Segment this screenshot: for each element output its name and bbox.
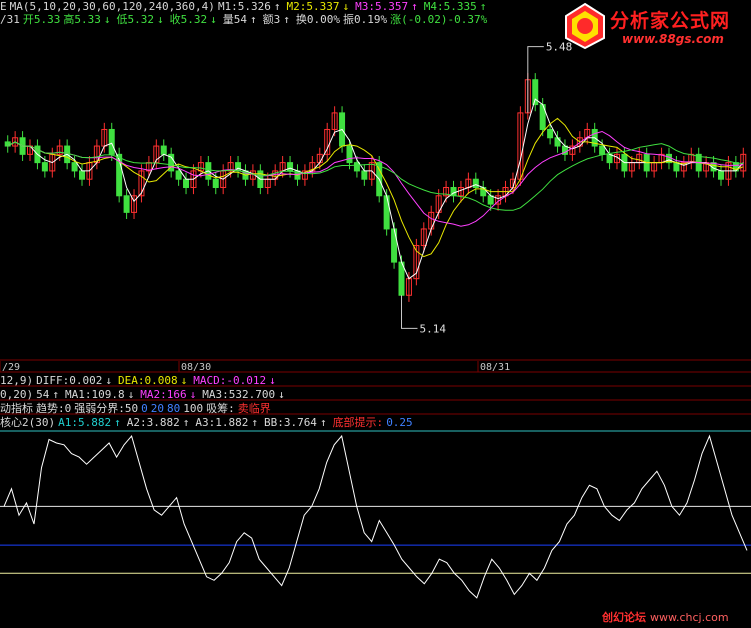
candle-body (383, 195, 390, 230)
candle-body (606, 153, 613, 164)
candle-body (361, 170, 368, 180)
macd-dea: DEA:0.008 ↓ (117, 374, 188, 387)
ma-m2: M2:5.337 ↓ (286, 0, 350, 13)
volume-value: 量54 ↑ (222, 13, 257, 26)
vol-ma2: MA2:166 ↓ (140, 388, 197, 401)
vol-value: 54 ↑ (36, 388, 59, 401)
trend-v100: 100 (183, 402, 204, 415)
candle-body (212, 178, 219, 188)
core-a3: A3:1.882 ↑ (195, 416, 258, 429)
core-a1: A1:5.882 ↑ (58, 416, 121, 429)
vol-prefix: 0,20) (0, 388, 34, 401)
watermark-url: www.chcj.com (650, 611, 729, 624)
trend-v20: 20 (150, 402, 164, 415)
trend-divide: 强弱分界:50 (74, 402, 139, 415)
amount-value: 额3 ↑ (262, 13, 290, 26)
candle-body (547, 128, 554, 139)
candle-body (287, 162, 294, 172)
candle-body (554, 137, 561, 147)
stock-chart: /29 08/30 08/315.485.14 (0, 41, 751, 599)
ma-params: MA(5,10,20,30,60,120,240,360,4) (9, 0, 215, 13)
ma-m1: M1:5.326 ↑ (217, 0, 281, 13)
vol-ma3: MA3:532.700 ↓ (202, 388, 285, 401)
date-label: 08/31 (480, 362, 510, 373)
trend-name: 动指标 (0, 402, 33, 415)
date-label: 08/30 (181, 362, 211, 373)
ma-header-row: E MA(5,10,20,30,60,120,240,360,4) M1:5.326… (0, 1, 492, 13)
low-value: 低5.32 ↓ (116, 13, 164, 26)
vol-ma1: MA1:109.8 ↓ (65, 388, 135, 401)
change-value: 涨(-0.02)-0.37% (390, 13, 488, 26)
candle-body (41, 162, 48, 172)
watermark: 创幻论坛 www.chcj.com (602, 609, 729, 625)
ma-prefix: E (0, 0, 7, 13)
ma-m3: M3:5.357 ↑ (355, 0, 418, 13)
trend-v0: 0 (141, 402, 148, 415)
candle-body (487, 195, 494, 205)
macd-prefix: 12,9) (0, 374, 34, 387)
candle-body (79, 170, 86, 180)
candle-body (599, 145, 606, 155)
low-price-label: 5.14 (420, 322, 447, 335)
high-value: 高5.33 ↓ (63, 13, 111, 26)
close-value: 收5.32 ↓ (169, 13, 217, 26)
candle-body (71, 162, 78, 172)
core-bottom-val: 0.25 (386, 416, 413, 429)
date-label: /29 (2, 362, 20, 373)
quote-header-row: /31 开5.33 高5.33 ↓ 低5.32 ↓ 收5.32 ↓ 量54 ↑ 额3 ↑ 换0.00% 振… (0, 14, 490, 26)
logo-title: 分析家公式网 (610, 10, 731, 32)
trend-sell: 卖临界 (237, 402, 271, 415)
low-marker-line (401, 295, 418, 329)
candle-body (391, 228, 398, 263)
trend-value: 趋势:0 (36, 402, 72, 415)
core-bb: BB:3.764 ↑ (263, 416, 327, 429)
candle-body (108, 128, 115, 155)
trend-v80: 80 (167, 402, 181, 415)
candle-body (717, 170, 724, 180)
candle-body (353, 162, 360, 172)
trend-row: 动指标 趋势:0 强弱分界:50 0 20 80 100 吸筹: 卖临界 (0, 403, 274, 415)
date-prefix: /31 (0, 13, 20, 26)
site-logo: 分析家公式网 www.88gs.com (560, 2, 750, 52)
watermark-site: 创幻论坛 (602, 611, 646, 624)
turnover-value: 换0.00% (295, 13, 340, 26)
candle-body (673, 162, 680, 172)
macd-value: MACD:-0.012 ↓ (193, 374, 276, 387)
core-row: 核心2(30) A1:5.882 ↑ A2:3.882 ↑ A3:1.882 ↑ BB:3.7… (0, 417, 416, 429)
candle-body (160, 145, 167, 155)
macd-diff: DIFF:0.002 ↓ (36, 374, 112, 387)
macd-row: 12,9) DIFF:0.002 ↓ DEA:0.008 ↓ MACD:-0.012 ↓ (0, 375, 282, 387)
candle-body (123, 195, 130, 213)
open-value: 开5.33 (22, 13, 61, 26)
logo-badge-icon (565, 2, 605, 50)
amplitude-value: 振0.19% (343, 13, 388, 26)
candle-body (175, 170, 182, 180)
trend-chip: 吸筹: (206, 402, 235, 415)
ma-m4: M4:5.335 ↑ (423, 0, 487, 13)
candle-body (472, 178, 479, 188)
candle-body (183, 178, 190, 188)
vol-row: 0,20) 54 ↑ MA1:109.8 ↓ MA2:166 ↓ MA3:532.700 ↓ (0, 389, 291, 401)
core-bottom: 底部提示: (332, 416, 384, 429)
logo-url: www.88gs.com (622, 32, 724, 46)
candle-body (346, 145, 353, 164)
core-name: 核心2(30) (0, 416, 56, 429)
core-a2: A2:3.882 ↑ (126, 416, 190, 429)
